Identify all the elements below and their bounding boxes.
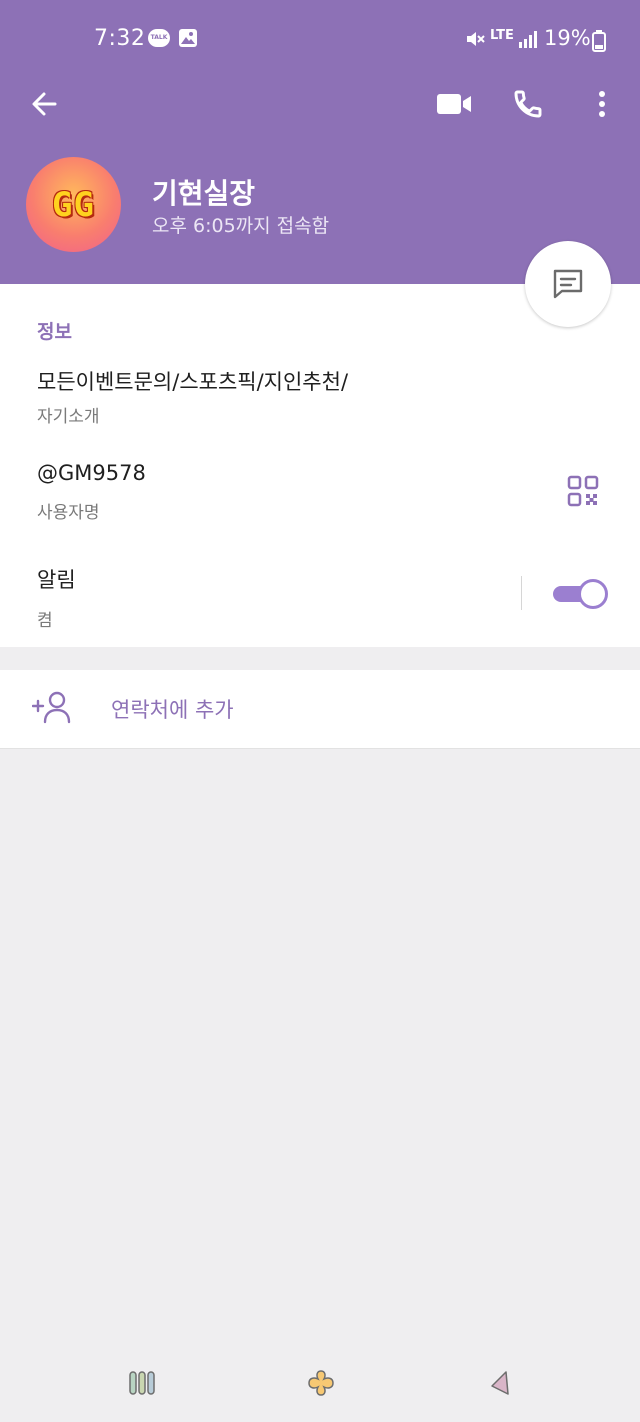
bio-value[interactable]: 모든이벤트문의/스포츠픽/지인추천/: [37, 366, 348, 396]
battery-icon: [592, 30, 606, 52]
bio-label: 자기소개: [37, 407, 100, 427]
notifications-toggle[interactable]: [553, 578, 608, 609]
voice-call-button[interactable]: [506, 84, 550, 124]
phone-icon: [514, 90, 542, 118]
send-message-button[interactable]: [525, 241, 611, 327]
add-contact-label: 연락처에 추가: [111, 698, 234, 722]
message-icon: [553, 269, 583, 299]
qr-code-button[interactable]: [566, 474, 600, 508]
more-vertical-icon: [599, 91, 605, 117]
profile-name: 기현실장: [152, 177, 256, 210]
recent-apps-button[interactable]: [128, 1370, 156, 1400]
home-clover-icon: [308, 1370, 334, 1396]
system-nav-bar: [0, 1344, 640, 1422]
toggle-knob: [578, 579, 608, 609]
notifications-title[interactable]: 알림: [37, 564, 76, 594]
avatar[interactable]: GG: [26, 157, 121, 252]
divider: [521, 576, 522, 610]
username-value[interactable]: @GM9578: [37, 461, 146, 485]
back-arrow-icon: [32, 92, 57, 116]
status-bar: 7:32 TALK LTE 19%: [0, 20, 640, 60]
system-back-button[interactable]: [488, 1370, 512, 1400]
mute-icon: [467, 32, 485, 46]
status-time: 7:32: [94, 26, 146, 51]
gallery-notification-icon: [179, 29, 197, 47]
network-type-label: LTE: [490, 28, 514, 43]
battery-percent: 19%: [544, 26, 591, 50]
signal-icon: [519, 31, 537, 48]
home-button[interactable]: [306, 1368, 336, 1402]
talk-notification-icon: TALK: [148, 29, 170, 47]
username-label: 사용자명: [37, 503, 100, 523]
video-camera-icon: [437, 94, 471, 114]
last-seen-status: 오후 6:05까지 접속함: [152, 215, 330, 237]
notifications-state: 켬: [37, 611, 53, 631]
recent-apps-icon: [129, 1371, 155, 1395]
video-call-button[interactable]: [432, 84, 476, 124]
back-button[interactable]: [22, 84, 66, 124]
qr-code-icon: [567, 475, 599, 507]
profile-header: 7:32 TALK LTE 19% GG 기현실장 오후 6:05까지 접속함: [0, 0, 640, 284]
info-section-title: 정보: [37, 321, 72, 343]
more-options-button[interactable]: [584, 84, 620, 124]
add-user-icon: [32, 691, 71, 724]
info-section: 정보 모든이벤트문의/스포츠픽/지인추천/ 자기소개 @GM9578 사용자명 …: [0, 284, 640, 647]
back-triangle-icon: [491, 1371, 509, 1395]
avatar-initials: GG: [52, 184, 95, 225]
add-contact-button[interactable]: 연락처에 추가: [0, 670, 640, 749]
